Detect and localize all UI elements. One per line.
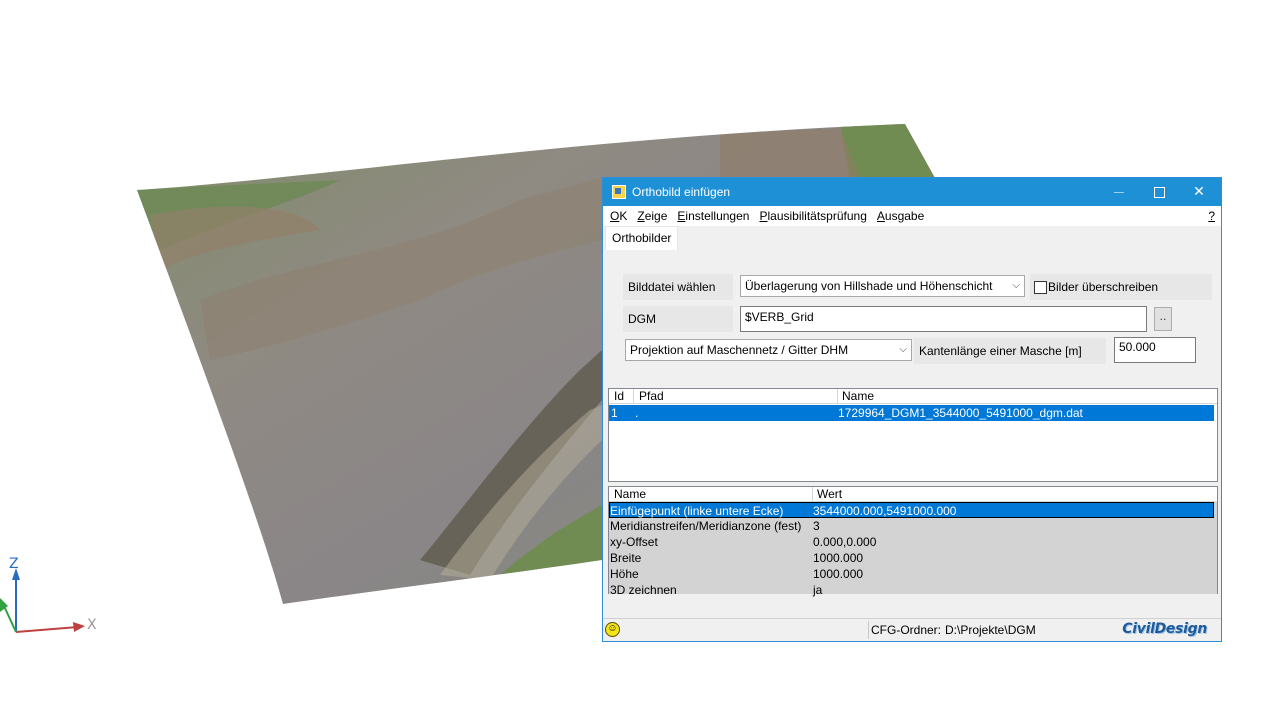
prop-name: 3D zeichnen	[610, 583, 677, 597]
properties-table: Name Wert Einfügepunkt (linke untere Eck…	[608, 486, 1218, 597]
overwrite-label: Bilder überschreiben	[1048, 280, 1159, 294]
axis-x-label: X	[87, 617, 97, 633]
prop-name: Breite	[610, 551, 642, 565]
ucs-icon	[0, 568, 85, 633]
tab-content: Bilddatei wählen Überlagerung von Hillsh…	[603, 250, 1221, 618]
table-row[interactable]: 3D zeichnen ja	[609, 582, 1217, 598]
minimize-icon	[1114, 191, 1124, 193]
status-divider	[868, 621, 869, 639]
chevron-down-icon: ⌵	[899, 344, 907, 355]
prop-name: Höhe	[610, 567, 639, 581]
file-pfad: .	[635, 406, 639, 420]
menu-plausibilitaetspruefung[interactable]: Plausibilitätsprüfung	[754, 209, 871, 223]
menu-help[interactable]: ?	[1208, 209, 1215, 223]
minimize-button[interactable]	[1099, 178, 1139, 206]
close-icon: ✕	[1193, 184, 1205, 200]
tab-bar: Orthobilder	[603, 226, 1221, 251]
table-row[interactable]: xy-Offset 0.000,0.000	[609, 534, 1217, 550]
axis-z-label: Z	[9, 556, 19, 572]
files-table-header: Id Pfad Name	[609, 389, 1217, 404]
menu-einstellungen-label: instellungen	[685, 209, 750, 223]
menu-zeige[interactable]: Zeige	[632, 209, 672, 223]
status-bar: ☺ CFG-Ordner: D:\Projekte\DGM CivilDesig…	[603, 618, 1221, 641]
bilddatei-select[interactable]: Überlagerung von Hillshade und Höhenschi…	[740, 275, 1025, 297]
menu-zeige-label: eige	[644, 209, 668, 223]
chevron-down-icon: ⌵	[1012, 280, 1020, 291]
menu-ok-label: K	[619, 209, 628, 223]
table-row[interactable]: 1 . 1729964_DGM1_3544000_5491000_dgm.dat	[609, 405, 1214, 421]
dgm-input[interactable]: $VERB_Grid	[740, 306, 1147, 332]
smiley-icon[interactable]: ☺	[605, 622, 620, 637]
app-icon	[612, 185, 626, 199]
properties-body: Einfügepunkt (linke untere Ecke) 3544000…	[609, 502, 1217, 597]
orthobild-dialog: Orthobild einfügen ✕ OK Zeige Einstellun…	[602, 177, 1222, 642]
menu-ausgabe-mnemonic: A	[876, 209, 885, 223]
title-bar[interactable]: Orthobild einfügen ✕	[603, 178, 1221, 206]
menu-ok-mnemonic: O	[610, 209, 620, 223]
menu-ausgabe[interactable]: Ausgabe	[872, 209, 929, 223]
col-name-header[interactable]: Name	[842, 389, 874, 403]
prop-value: ja	[813, 583, 823, 597]
kantenlaenge-input[interactable]: 50.000	[1114, 337, 1196, 363]
projection-select[interactable]: Projektion auf Maschennetz / Gitter DHM …	[625, 339, 912, 361]
prop-value: 3	[813, 519, 820, 533]
bilddatei-value: Überlagerung von Hillshade und Höhenschi…	[745, 279, 993, 293]
properties-table-header: Name Wert	[609, 487, 1217, 502]
file-name: 1729964_DGM1_3544000_5491000_dgm.dat	[838, 406, 1083, 420]
prop-value: 3544000.000,5491000.000	[813, 504, 957, 518]
table-row[interactable]: Breite 1000.000	[609, 550, 1217, 566]
menu-ok[interactable]: OK	[603, 209, 632, 223]
col-id-header[interactable]: Id	[614, 389, 624, 403]
kantenlaenge-label: Kantenlänge einer Masche [m]	[914, 338, 1106, 364]
close-button[interactable]: ✕	[1179, 178, 1219, 206]
menu-einstellungen[interactable]: Einstellungen	[672, 209, 754, 223]
dialog-title: Orthobild einfügen	[632, 185, 731, 199]
file-id: 1	[611, 406, 618, 420]
overwrite-checkbox[interactable]	[1034, 281, 1047, 294]
prop-name: Einfügepunkt (linke untere Ecke)	[610, 504, 784, 518]
cfg-folder-label: CFG-Ordner:	[871, 623, 942, 637]
table-row[interactable]: Einfügepunkt (linke untere Ecke) 3544000…	[609, 502, 1214, 518]
overwrite-option[interactable]: Bilder überschreiben	[1030, 274, 1212, 300]
prop-name: Meridianstreifen/Meridianzone (fest)	[610, 519, 802, 533]
files-table: Id Pfad Name 1 . 1729964_DGM1_3544000_54…	[608, 388, 1218, 482]
prop-name: xy-Offset	[610, 535, 658, 549]
cfg-folder-value: D:\Projekte\DGM	[945, 623, 1036, 637]
prop-value: 1000.000	[813, 567, 864, 581]
bilddatei-label: Bilddatei wählen	[623, 274, 733, 300]
col-name-header[interactable]: Name	[614, 487, 646, 501]
maximize-icon	[1153, 186, 1165, 198]
menu-zeige-mnemonic: Z	[637, 209, 645, 223]
tab-orthobilder[interactable]: Orthobilder	[605, 226, 679, 251]
menu-plausi-label: lausibilitätsprüfung	[767, 209, 867, 223]
menu-bar: OK Zeige Einstellungen Plausibilitätsprü…	[603, 206, 1221, 226]
prop-value: 0.000,0.000	[813, 535, 877, 549]
table-row[interactable]: Meridianstreifen/Meridianzone (fest) 3	[609, 518, 1217, 534]
menu-ausgabe-label: usgabe	[884, 209, 925, 223]
prop-value: 1000.000	[813, 551, 864, 565]
maximize-button[interactable]	[1139, 178, 1179, 206]
col-wert-header[interactable]: Wert	[817, 487, 842, 501]
col-pfad-header[interactable]: Pfad	[639, 389, 664, 403]
table-row[interactable]: Höhe 1000.000	[609, 566, 1217, 582]
projection-value: Projektion auf Maschennetz / Gitter DHM	[630, 343, 849, 357]
browse-button[interactable]: ..	[1154, 307, 1172, 331]
dgm-label: DGM	[623, 306, 733, 332]
civildesign-logo: CivilDesign	[1122, 621, 1207, 637]
